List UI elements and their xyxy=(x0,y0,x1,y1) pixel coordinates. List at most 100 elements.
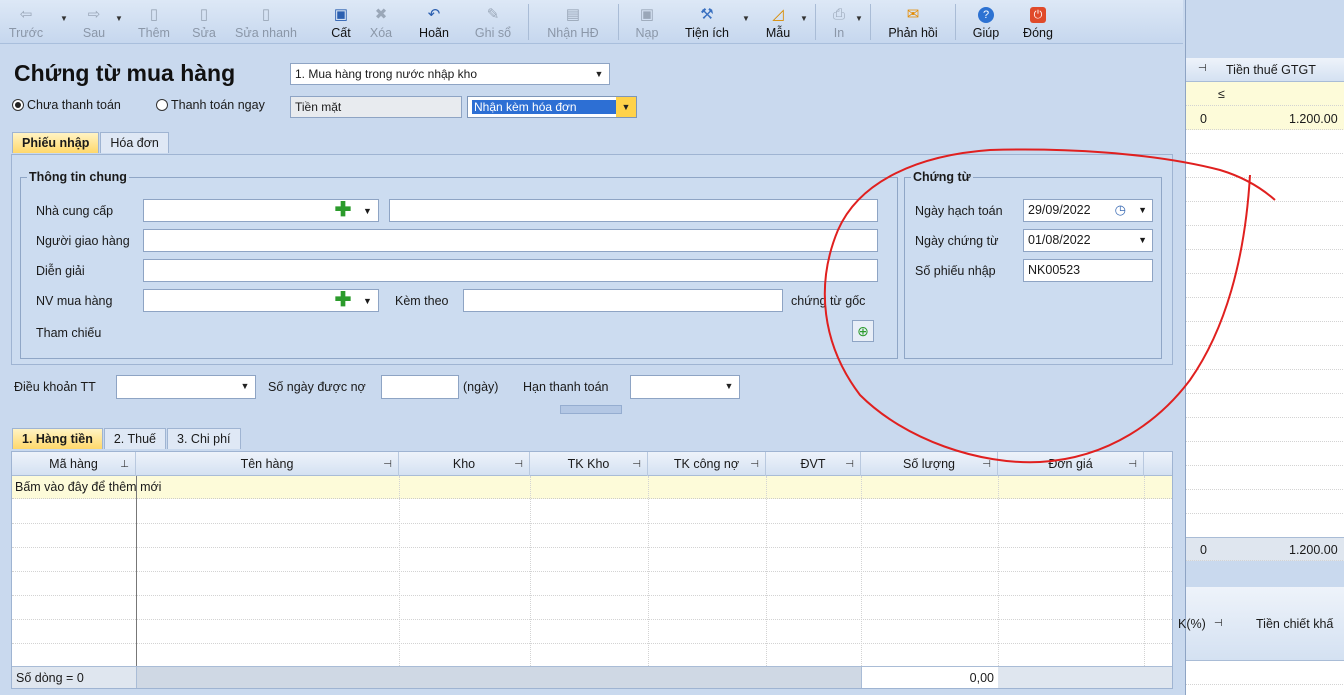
table-row[interactable] xyxy=(1186,250,1344,274)
radio-paid-now[interactable]: Thanh toán ngay xyxy=(156,98,265,112)
template-button[interactable]: ◿ Mẫu xyxy=(758,0,798,44)
chevron-down-icon[interactable]: ▼ xyxy=(363,296,372,306)
print-button[interactable]: ⎙ In xyxy=(824,0,854,44)
splitter-handle[interactable] xyxy=(560,405,622,414)
col-payable-account[interactable]: TK công nợ ⊣ xyxy=(648,452,766,476)
chevron-down-icon[interactable]: ▼ xyxy=(1138,235,1147,245)
delete-button[interactable]: ✖ Xóa xyxy=(364,0,398,44)
table-row[interactable] xyxy=(1186,661,1344,685)
due-date-select[interactable]: ▼ xyxy=(630,375,740,399)
grid-divider xyxy=(861,476,862,666)
table-row[interactable] xyxy=(1186,298,1344,322)
payment-method-select[interactable]: Tiền mặt xyxy=(290,96,462,118)
prev-dropdown-caret[interactable]: ▼ xyxy=(60,14,68,23)
grid-divider xyxy=(399,476,400,666)
close-icon: ⏻ xyxy=(1030,7,1046,23)
table-row[interactable] xyxy=(1186,418,1344,442)
clock-icon[interactable]: ◷ xyxy=(1115,202,1126,218)
voucher-date-input[interactable]: 01/08/2022 ▼ xyxy=(1023,229,1153,252)
payment-terms-select[interactable]: ▼ xyxy=(116,375,256,399)
tab-receipt[interactable]: Phiếu nhập xyxy=(12,132,100,153)
col-item-name[interactable]: Tên hàng ⊣ xyxy=(136,452,399,476)
help-button[interactable]: ? Giúp xyxy=(966,0,1006,44)
col-discount-rate[interactable]: K(%) xyxy=(1178,617,1206,631)
add-supplier-plus-icon[interactable]: ✚ xyxy=(334,200,352,220)
receipt-no-input[interactable]: NK00523 xyxy=(1023,259,1153,282)
table-row[interactable] xyxy=(1186,274,1344,298)
deliverer-input[interactable] xyxy=(143,229,878,252)
table-row[interactable] xyxy=(1186,322,1344,346)
quick-edit-button[interactable]: ▯ Sửa nhanh xyxy=(234,0,298,44)
table-row[interactable] xyxy=(1186,154,1344,178)
col-quantity[interactable]: Số lượng ⊣ xyxy=(861,452,998,476)
add-button[interactable]: ▯ Thêm xyxy=(132,0,176,44)
chevron-down-icon[interactable]: ▼ xyxy=(363,206,372,216)
table-row[interactable] xyxy=(1186,202,1344,226)
undo-button[interactable]: ↶ Hoãn xyxy=(412,0,456,44)
reference-search-icon[interactable]: ⊕ xyxy=(852,320,874,342)
toolbar-separator xyxy=(618,4,619,40)
template-dropdown-caret[interactable]: ▼ xyxy=(800,14,808,23)
chevron-down-icon[interactable]: ▼ xyxy=(1138,205,1147,215)
pin-icon: ⊥ xyxy=(120,458,129,470)
post-button[interactable]: ✎ Ghi sổ xyxy=(468,0,518,44)
toolbar-separator xyxy=(815,4,816,40)
receive-invoice-icon: ▤ xyxy=(565,6,581,23)
feedback-button[interactable]: ✉ Phản hồi xyxy=(880,0,946,44)
tab-tax[interactable]: 2. Thuế xyxy=(103,428,167,449)
col-vat-amount[interactable]: Tiền thuế GTGT xyxy=(1226,63,1316,77)
table-row[interactable] xyxy=(1186,130,1344,154)
table-row[interactable] xyxy=(1186,346,1344,370)
table-row[interactable] xyxy=(1186,178,1344,202)
filter-symbol: ≤ xyxy=(1218,87,1225,101)
close-button[interactable]: ⏻ Đóng xyxy=(1018,0,1058,44)
col-warehouse[interactable]: Kho ⊣ xyxy=(399,452,530,476)
pin-icon: ⊣ xyxy=(982,458,991,470)
table-row[interactable] xyxy=(1186,514,1344,538)
radio-dot-icon xyxy=(156,99,168,111)
table-row[interactable] xyxy=(1186,442,1344,466)
grid-divider xyxy=(648,476,649,666)
col-unit-price[interactable]: Đơn giá ⊣ xyxy=(998,452,1144,476)
right-panel: ⊣ Tiền thuế GTGT ≤ 0 1.200.00 0 1.200.00… xyxy=(1178,0,1344,695)
receipt-panel: Thông tin chung Nhà cung cấp ✚ ▼ Người g… xyxy=(11,154,1173,365)
filter-row[interactable]: ≤ xyxy=(1186,82,1344,106)
reload-button[interactable]: ▣ Nạp xyxy=(630,0,664,44)
table-row[interactable]: 0 1.200.00 xyxy=(1186,106,1344,130)
chevron-down-icon: ▼ xyxy=(724,381,734,391)
tab-cost[interactable]: 3. Chi phí xyxy=(167,428,241,449)
attach-count-input[interactable] xyxy=(463,289,783,312)
tab-invoice[interactable]: Hóa đơn xyxy=(100,132,169,153)
chevron-down-icon: ▼ xyxy=(616,97,636,117)
tab-goods-money[interactable]: 1. Hàng tiền xyxy=(12,428,103,449)
original-docs-label: chứng từ gốc xyxy=(791,294,866,308)
table-row[interactable] xyxy=(1186,490,1344,514)
table-row[interactable] xyxy=(1186,466,1344,490)
save-button[interactable]: ▣ Cất xyxy=(326,0,356,44)
col-inventory-account[interactable]: TK Kho ⊣ xyxy=(530,452,648,476)
voucher-type-select[interactable]: 1. Mua hàng trong nước nhập kho ▼ xyxy=(290,63,610,85)
prev-button[interactable]: ⇦ Trước xyxy=(8,0,44,44)
next-dropdown-caret[interactable]: ▼ xyxy=(115,14,123,23)
table-row[interactable] xyxy=(1186,370,1344,394)
table-row[interactable] xyxy=(1186,394,1344,418)
posting-date-input[interactable]: 29/09/2022 ◷ ▼ xyxy=(1023,199,1153,222)
print-dropdown-caret[interactable]: ▼ xyxy=(855,14,863,23)
col-item-code[interactable]: Mã hàng ⊥ xyxy=(12,452,136,476)
credit-days-input[interactable] xyxy=(381,375,459,399)
supplier-name-input[interactable] xyxy=(389,199,878,222)
edit-button[interactable]: ▯ Sửa xyxy=(188,0,220,44)
col-unit[interactable]: ĐVT ⊣ xyxy=(766,452,861,476)
tools-dropdown-caret[interactable]: ▼ xyxy=(742,14,750,23)
undo-icon: ↶ xyxy=(427,6,441,23)
receive-invoice-button[interactable]: ▤ Nhận HĐ xyxy=(540,0,606,44)
col-discount-amount[interactable]: Tiền chiết khấ xyxy=(1256,617,1333,631)
tools-button[interactable]: ⚒ Tiện ích xyxy=(677,0,737,44)
general-info-title: Thông tin chung xyxy=(27,170,129,184)
next-button[interactable]: ⇨ Sau xyxy=(76,0,112,44)
add-buyer-plus-icon[interactable]: ✚ xyxy=(334,290,352,310)
invoice-option-select[interactable]: Nhận kèm hóa đơn ▼ xyxy=(467,96,637,118)
description-input[interactable] xyxy=(143,259,878,282)
radio-unpaid[interactable]: Chưa thanh toán xyxy=(12,98,121,112)
table-row[interactable] xyxy=(1186,226,1344,250)
